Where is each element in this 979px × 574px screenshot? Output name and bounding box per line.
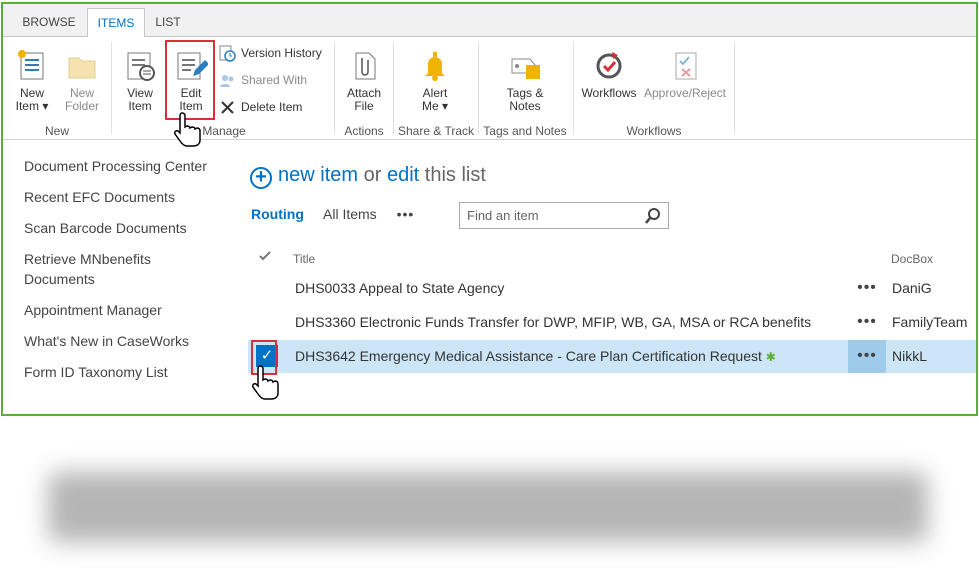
row-title-text: DHS3642 Emergency Medical Assistance - C…: [295, 348, 762, 364]
view-item-button[interactable]: View Item: [117, 49, 163, 113]
nav-scan-barcode-documents[interactable]: Scan Barcode Documents: [24, 218, 224, 238]
ribbon-divider: [734, 42, 735, 134]
version-history-button[interactable]: Version History: [219, 43, 322, 63]
table-row[interactable]: DHS0033 Appeal to State Agency ••• DaniG: [248, 272, 976, 305]
alert-me-button[interactable]: Alert Me ▾: [411, 49, 459, 113]
group-label-new: New: [44, 124, 69, 138]
version-history-label: Version History: [241, 46, 322, 60]
row-title[interactable]: DHS3360 Electronic Funds Transfer for DW…: [295, 306, 811, 339]
workflows-button[interactable]: Workflows: [579, 49, 639, 100]
bell-icon: [418, 49, 452, 83]
nav-document-processing-center[interactable]: Document Processing Center: [24, 156, 224, 176]
view-item-label-1: View: [127, 86, 153, 100]
tab-items[interactable]: ITEMS: [87, 8, 145, 38]
column-header-docbox[interactable]: DocBox: [891, 252, 933, 266]
version-history-icon: [219, 45, 236, 62]
new-item-label-1: New: [19, 86, 44, 100]
new-folder-label-1: New: [69, 86, 94, 100]
search-placeholder: Find an item: [467, 208, 539, 223]
view-item-label-2: Item: [128, 99, 152, 113]
delete-item-button[interactable]: Delete Item: [219, 97, 302, 117]
nav-retrieve-mnbenefits-documents[interactable]: Retrieve MNbenefits Documents: [24, 249, 224, 289]
tab-browse[interactable]: BROWSE: [11, 8, 87, 37]
attach-file-label-2: File: [354, 99, 374, 113]
hand-cursor-icon: [174, 112, 201, 147]
ribbon-divider: [478, 42, 479, 134]
headline-this-list: this list: [424, 164, 486, 186]
new-item-link[interactable]: new item: [278, 164, 358, 186]
shared-with-button[interactable]: Shared With: [219, 70, 307, 90]
table-row[interactable]: DHS3360 Electronic Funds Transfer for DW…: [248, 306, 976, 339]
ribbon: New Item ▾ New Folder View Item Edit Ite…: [3, 37, 976, 147]
ribbon-divider: [393, 42, 394, 134]
sharepoint-window: BROWSE ITEMS LIST New Item ▾ New Folder: [1, 2, 978, 416]
nav-recent-efc-documents[interactable]: Recent EFC Documents: [24, 187, 224, 207]
group-label-share-track: Share & Track: [397, 124, 475, 138]
view-selector: Routing All Items •••: [251, 206, 430, 222]
alert-me-label-2: Me ▾: [421, 99, 449, 113]
ribbon-tabs: BROWSE ITEMS LIST: [3, 4, 976, 38]
new-folder-label-2: Folder: [64, 99, 99, 113]
select-all-check-icon[interactable]: [259, 250, 271, 262]
table-row-selected[interactable]: ✓ DHS3642 Emergency Medical Assistance -…: [248, 340, 976, 374]
row-docbox: NikkL: [892, 348, 928, 364]
row-docbox: FamilyTeam: [892, 314, 968, 330]
tags-notes-label-1: Tags &: [506, 86, 544, 100]
approve-reject-button[interactable]: Approve/Reject: [643, 49, 727, 100]
folder-icon: [65, 49, 99, 83]
item-menu-button[interactable]: •••: [848, 340, 886, 373]
item-menu-button[interactable]: •••: [848, 306, 886, 339]
workflows-icon: [592, 49, 626, 83]
attach-file-button[interactable]: Attach File: [340, 49, 388, 113]
view-item-icon: [123, 49, 157, 83]
new-item-button[interactable]: New Item ▾: [9, 49, 55, 113]
delete-item-label: Delete Item: [241, 100, 303, 114]
nav-form-id-taxonomy-list[interactable]: Form ID Taxonomy List: [24, 362, 224, 382]
more-views-button[interactable]: •••: [397, 206, 415, 222]
search-input[interactable]: Find an item: [459, 202, 669, 229]
workflows-label: Workflows: [581, 86, 637, 100]
row-title[interactable]: DHS3642 Emergency Medical Assistance - C…: [295, 340, 776, 374]
group-label-workflows: Workflows: [626, 124, 682, 138]
nav-appointment-manager[interactable]: Appointment Manager: [24, 300, 224, 320]
shared-with-icon: [219, 72, 236, 89]
new-folder-button[interactable]: New Folder: [59, 49, 105, 113]
nav-whats-new-in-caseworks[interactable]: What's New in CaseWorks: [24, 331, 224, 351]
group-label-manage: Manage: [202, 124, 246, 138]
quick-launch-nav: Document Processing Center Recent EFC Do…: [24, 156, 224, 393]
blurred-caption: [48, 472, 928, 542]
group-label-actions: Actions: [344, 124, 384, 138]
ribbon-divider: [334, 42, 335, 134]
ribbon-divider: [573, 42, 574, 134]
view-all-items[interactable]: All Items: [323, 206, 377, 222]
hand-cursor-icon: [252, 365, 279, 400]
new-item-icon: [15, 49, 49, 83]
new-item-label-2: Item ▾: [15, 99, 49, 113]
headline-or: or: [363, 164, 382, 186]
tab-list[interactable]: LIST: [145, 8, 191, 37]
attach-file-icon: [347, 49, 381, 83]
view-routing[interactable]: Routing: [251, 206, 304, 222]
row-docbox: DaniG: [892, 280, 932, 296]
ribbon-divider: [111, 42, 112, 134]
delete-icon: [219, 99, 236, 116]
item-menu-button[interactable]: •••: [848, 272, 886, 305]
edit-list-link[interactable]: edit: [387, 164, 419, 186]
approve-reject-icon: [668, 49, 702, 83]
alert-me-label-1: Alert: [422, 86, 448, 100]
row-title[interactable]: DHS0033 Appeal to State Agency: [295, 272, 504, 305]
tags-notes-label-2: Notes: [509, 99, 541, 113]
tags-notes-button[interactable]: Tags & Notes: [499, 49, 551, 113]
search-icon[interactable]: [644, 207, 662, 225]
new-item-headline: + new item or edit this list: [250, 164, 486, 189]
tag-icon: [508, 49, 542, 83]
edit-item-highlight: [165, 40, 215, 120]
approve-reject-label: Approve/Reject: [643, 86, 727, 100]
new-item-sparkle-icon: ✱: [765, 350, 776, 364]
column-header-title[interactable]: Title: [293, 252, 315, 266]
group-label-tags-notes: Tags and Notes: [483, 124, 567, 138]
shared-with-label: Shared With: [241, 73, 308, 87]
add-icon[interactable]: +: [250, 167, 272, 189]
attach-file-label-1: Attach: [346, 86, 382, 100]
